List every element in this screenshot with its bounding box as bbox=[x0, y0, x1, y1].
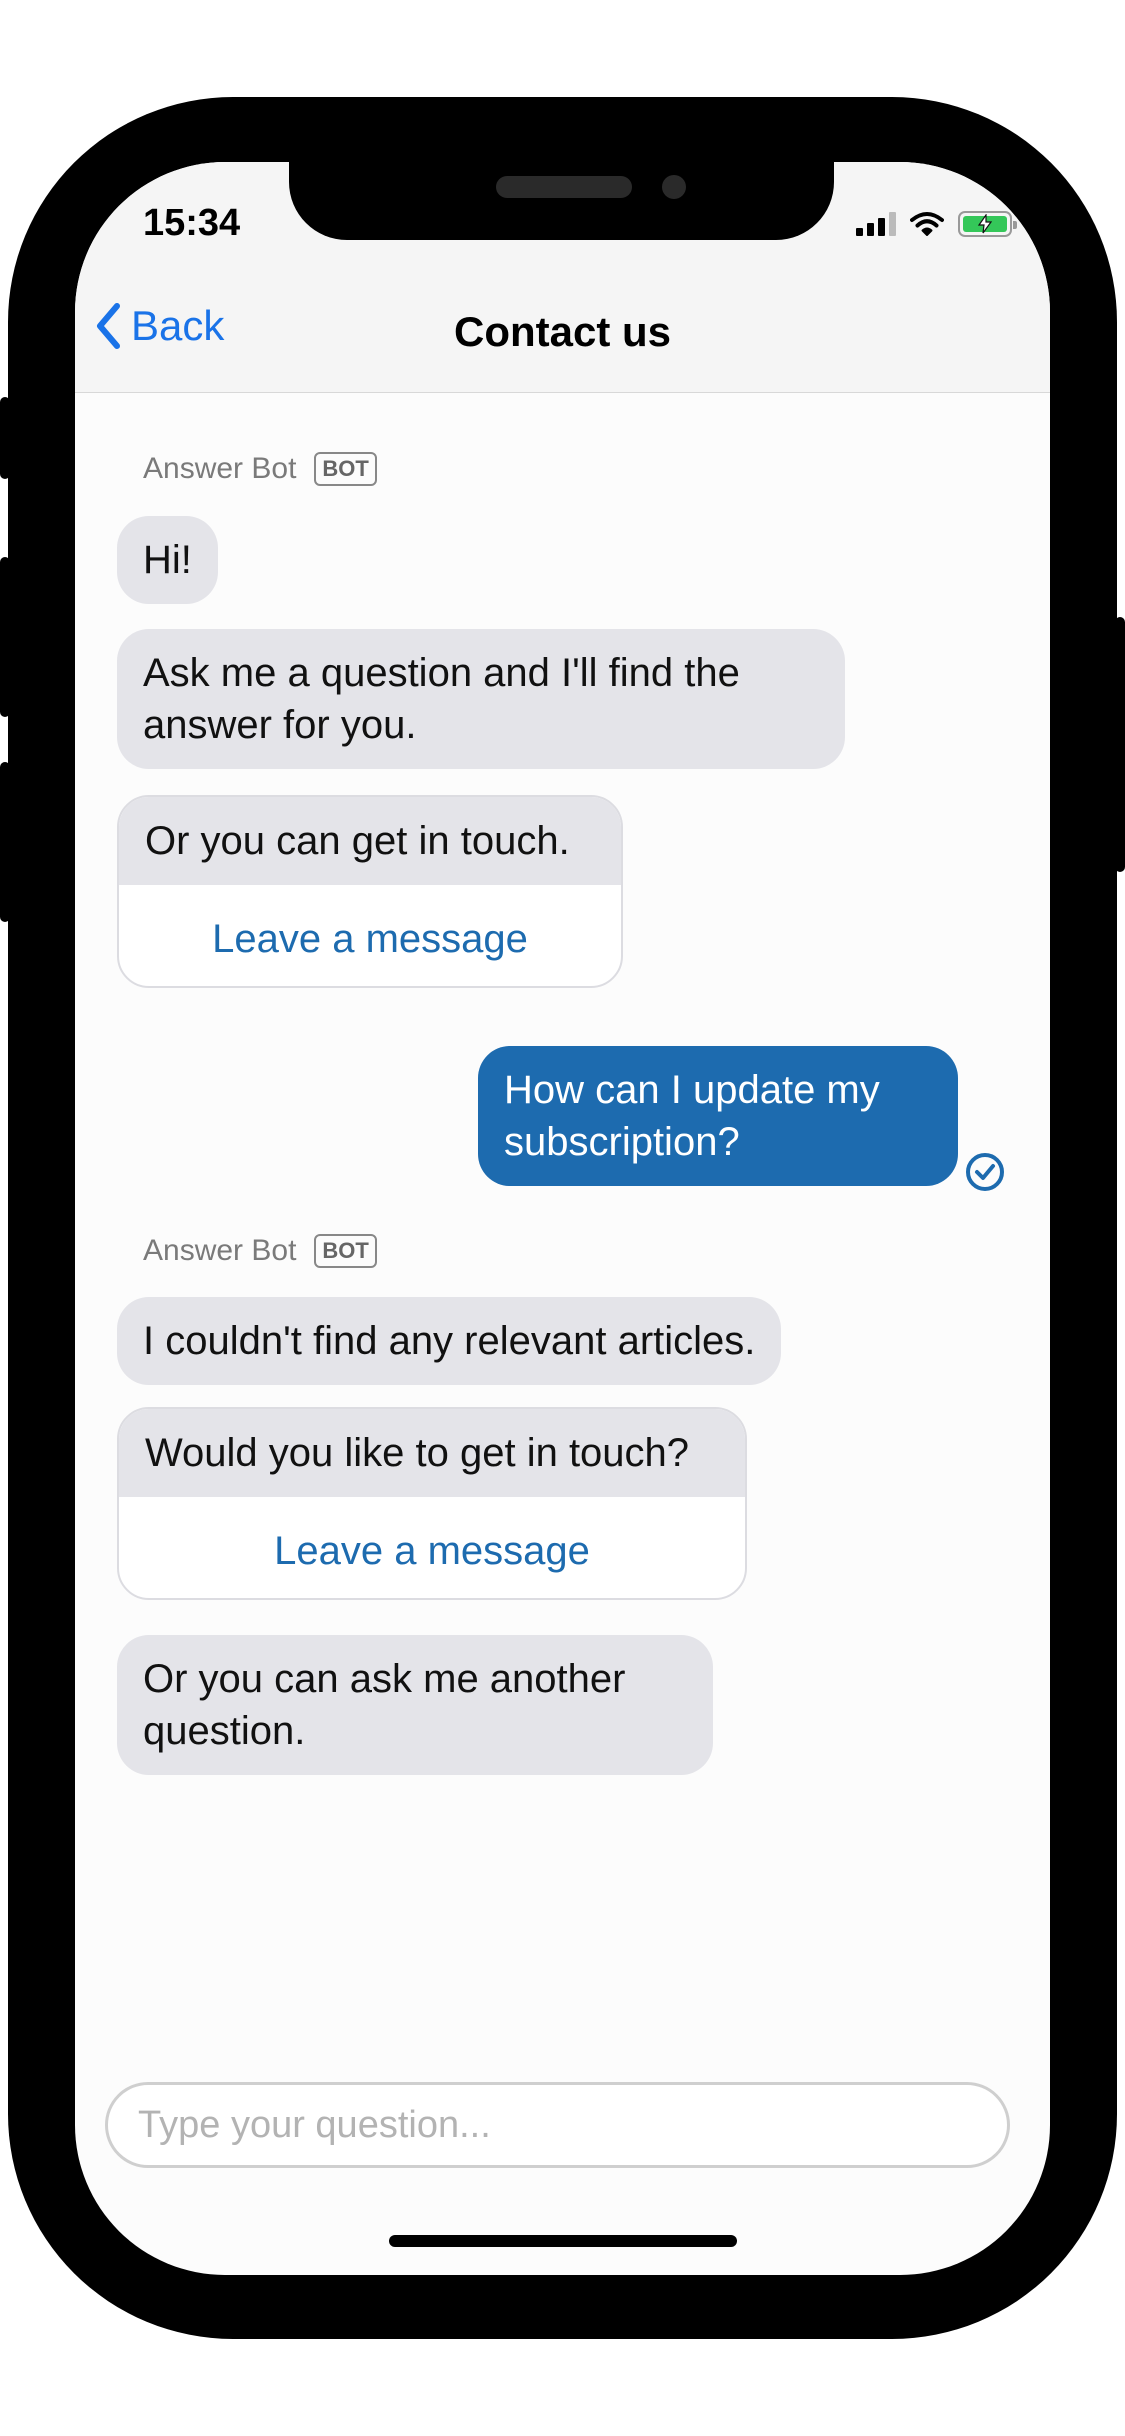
message-sender: Answer Bot BOT bbox=[143, 452, 377, 486]
bot-badge: BOT bbox=[314, 1234, 377, 1268]
power-button bbox=[1115, 617, 1125, 872]
bot-message: I couldn't find any relevant articles. bbox=[117, 1297, 782, 1385]
contact-card: Would you like to get in touch? Leave a … bbox=[117, 1407, 747, 1600]
battery-charging-icon bbox=[958, 211, 1017, 237]
bot-message: Hi! bbox=[117, 516, 218, 604]
card-text: Would you like to get in touch? bbox=[119, 1409, 745, 1497]
sender-name: Answer Bot bbox=[143, 452, 297, 485]
screen: 15:34 Back Contact us Answer Bot BOT Hi!… bbox=[75, 162, 1050, 2275]
cellular-signal-icon bbox=[856, 212, 896, 236]
mute-switch bbox=[0, 397, 10, 479]
sender-name: Answer Bot bbox=[143, 1234, 297, 1267]
volume-up-button bbox=[0, 557, 10, 717]
card-text: Or you can get in touch. bbox=[119, 797, 621, 885]
contact-card: Or you can get in touch. Leave a message bbox=[117, 795, 623, 988]
leave-message-button[interactable]: Leave a message bbox=[119, 1497, 745, 1598]
wifi-icon bbox=[910, 212, 944, 236]
home-indicator bbox=[389, 2235, 737, 2247]
volume-down-button bbox=[0, 762, 10, 922]
message-sender: Answer Bot BOT bbox=[143, 1234, 377, 1268]
status-icons bbox=[856, 207, 1017, 241]
bot-message: Or you can ask me another question. bbox=[117, 1635, 713, 1775]
leave-message-button[interactable]: Leave a message bbox=[119, 885, 621, 986]
check-circle-icon bbox=[966, 1153, 1004, 1191]
status-time: 15:34 bbox=[143, 202, 241, 244]
user-message: How can I update my subscription? bbox=[478, 1046, 958, 1186]
bot-message: Ask me a question and I'll find the answ… bbox=[117, 629, 845, 769]
page-title: Contact us bbox=[453, 308, 671, 355]
bot-badge: BOT bbox=[314, 452, 377, 486]
notch bbox=[289, 162, 834, 240]
question-input[interactable] bbox=[105, 2082, 1010, 2168]
